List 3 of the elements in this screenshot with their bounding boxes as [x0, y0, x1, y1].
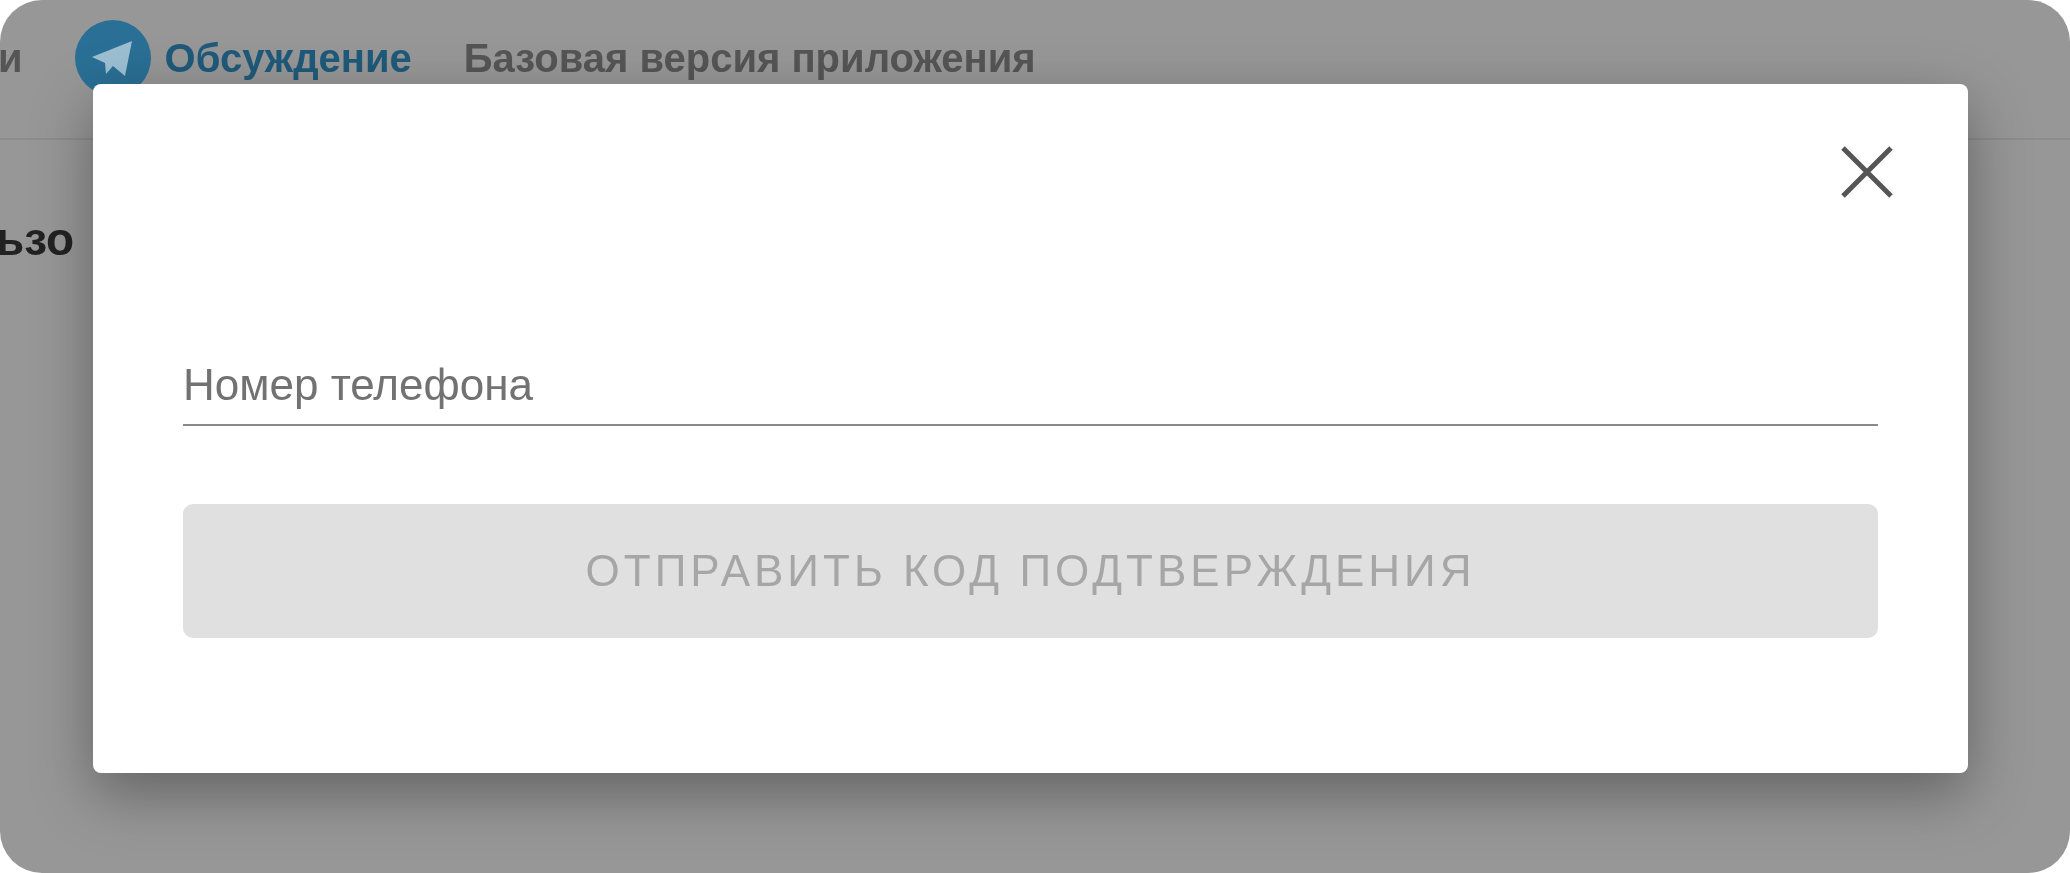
nav-item[interactable]: и	[0, 35, 23, 81]
nav-item[interactable]: Базовая версия приложения	[463, 35, 1036, 81]
close-icon[interactable]	[1839, 144, 1895, 200]
